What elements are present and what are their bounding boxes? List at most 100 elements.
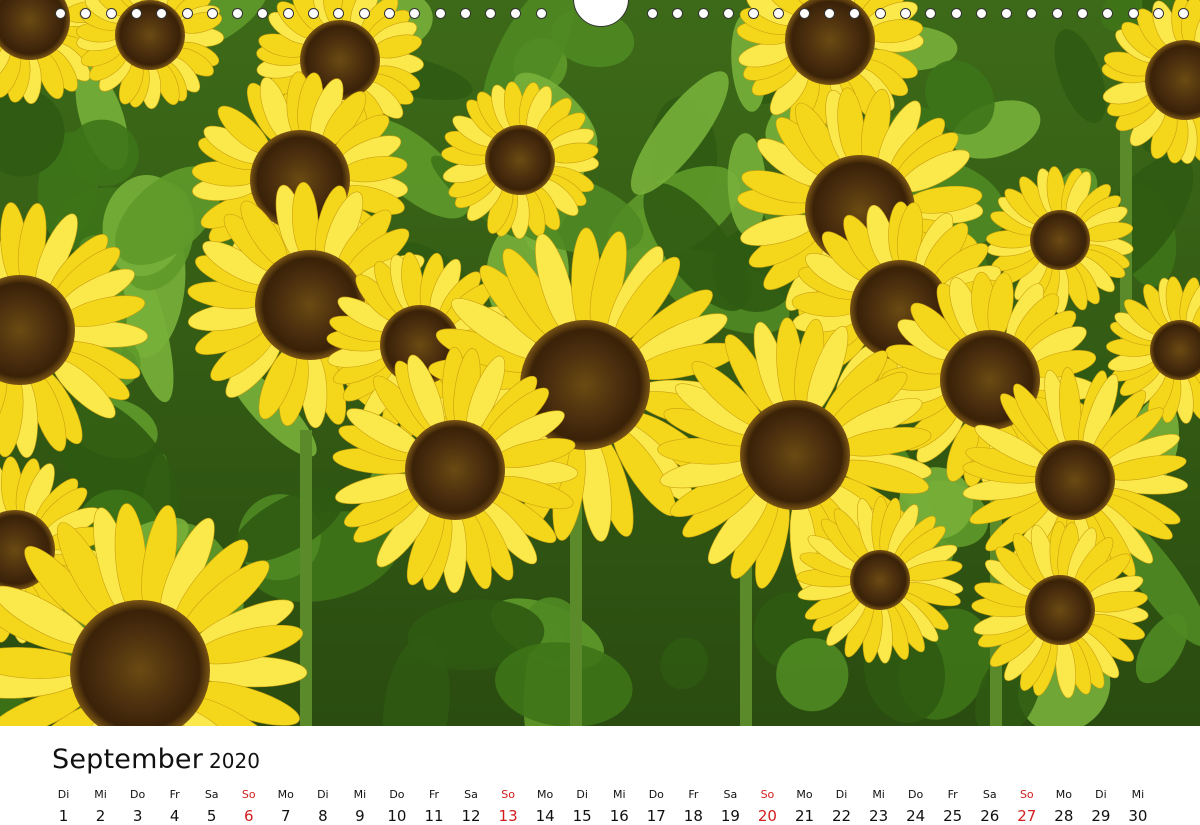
day-cell: Di 29 (1082, 787, 1119, 825)
day-cell: Fr 18 (675, 787, 712, 825)
day-cell: Di 1 (45, 787, 82, 825)
flower-disc (1025, 575, 1095, 645)
day-number: 18 (683, 807, 703, 825)
weekday-label: Di (835, 788, 848, 801)
day-cell: Mi 2 (82, 787, 119, 825)
weekday-label: Mi (872, 788, 885, 801)
day-cell: Sa 12 (453, 787, 490, 825)
day-cell: Fr 25 (934, 787, 971, 825)
weekday-label: Mi (612, 788, 626, 801)
day-cell: So 6 (230, 787, 267, 825)
day-cell: So 13 (490, 787, 527, 825)
weekday-label: Fr (428, 788, 440, 801)
flower-disc (740, 400, 850, 510)
stem (570, 500, 582, 726)
weekday-label: Mo (1055, 788, 1072, 801)
weekday-label: Mi (94, 788, 107, 801)
day-cell: Mo 21 (786, 787, 823, 825)
weekday-label: So (501, 788, 515, 801)
day-number: 20 (757, 807, 777, 825)
day-number: 16 (609, 807, 629, 825)
sunflower-photo (0, 0, 1200, 726)
year-label: 2020 (209, 749, 260, 773)
day-cell: Mi 16 (601, 787, 638, 825)
day-number: 6 (243, 807, 254, 825)
weekday-label: So (1019, 788, 1034, 801)
day-number: 15 (572, 807, 592, 825)
stem (740, 560, 752, 726)
weekday-label: Mo (537, 788, 554, 801)
day-cell: Sa 5 (193, 787, 230, 825)
day-cell: Do 3 (119, 787, 156, 825)
day-cell: Di 8 (304, 787, 341, 825)
day-cell: Do 17 (638, 787, 675, 825)
day-number: 14 (535, 807, 555, 825)
weekday-label: Do (389, 788, 405, 801)
weekday-label: Mo (796, 788, 813, 801)
day-number: 1 (58, 807, 69, 825)
weekday-label: Di (1095, 788, 1107, 801)
day-cell: Fr 11 (416, 787, 453, 825)
day-cell: Mi 9 (341, 787, 378, 825)
day-number: 17 (646, 807, 666, 825)
day-cell: Mi 30 (1119, 787, 1156, 825)
weekday-label: Di (317, 788, 329, 801)
day-number: 13 (498, 807, 518, 825)
flower-disc (115, 0, 185, 70)
day-cell: So 20 (749, 787, 786, 825)
day-cell: Mo 28 (1045, 787, 1082, 825)
weekday-label: Sa (464, 788, 478, 801)
weekday-label: Fr (688, 788, 699, 801)
day-cell: Mo 7 (267, 787, 304, 825)
day-number: 7 (281, 807, 291, 825)
flower-disc (485, 125, 555, 195)
weekday-label: So (241, 788, 256, 801)
day-cell: Di 15 (564, 787, 601, 825)
day-number: 5 (206, 807, 217, 825)
stem (300, 430, 312, 726)
day-number: 25 (943, 807, 963, 825)
month-name: September (52, 744, 204, 775)
weekday-label: Mo (277, 788, 294, 801)
day-cell: So 27 (1008, 787, 1045, 825)
flower-disc (850, 550, 910, 610)
day-number: 12 (461, 807, 481, 825)
day-number: 3 (132, 807, 143, 825)
calendar-page: September 2020 Di 1 Mi 2 Do 3 Fr 4 Sa 5 So 6 Mo 7 Di 8 Mi… (0, 0, 1200, 825)
day-number: 21 (794, 807, 815, 825)
day-cell: Sa 19 (712, 787, 749, 825)
weekday-label: Fr (947, 788, 958, 801)
day-number: 26 (980, 807, 1000, 825)
weekday-label: So (760, 788, 775, 801)
weekday-label: Sa (204, 788, 219, 801)
day-cell: Di 22 (823, 787, 860, 825)
flower-disc (405, 420, 505, 520)
weekday-label: Mi (353, 788, 367, 801)
day-cell: Mo 14 (527, 787, 564, 825)
weekday-label: Sa (723, 788, 738, 801)
weekday-label: Mi (1131, 788, 1145, 801)
day-number: 28 (1054, 807, 1074, 825)
day-number: 27 (1017, 807, 1037, 825)
sunflower-field-image (0, 0, 1200, 726)
day-number: 29 (1091, 807, 1111, 825)
day-number: 10 (387, 807, 407, 825)
weekday-label: Sa (982, 788, 997, 801)
day-cell: Sa 26 (971, 787, 1008, 825)
day-number: 9 (355, 807, 365, 825)
day-number: 19 (720, 807, 740, 825)
weekday-label: Fr (169, 788, 180, 801)
flower-disc (1030, 210, 1090, 270)
day-number: 2 (95, 807, 106, 825)
day-number: 23 (869, 807, 889, 825)
flower-disc (1035, 440, 1115, 520)
day-cell: Do 24 (897, 787, 934, 825)
day-number: 11 (424, 807, 444, 825)
weekday-label: Di (57, 788, 70, 801)
weekday-label: Do (908, 788, 924, 801)
day-number: 8 (318, 807, 328, 825)
day-cell: Do 10 (378, 787, 415, 825)
day-number: 30 (1128, 807, 1148, 825)
day-grid: Di 1 Mi 2 Do 3 Fr 4 Sa 5 So 6 Mo 7 Di 8 Mi 9 Do 10 Fr 11 Sa 12 S… (45, 787, 1155, 825)
weekday-label: Di (576, 788, 588, 801)
